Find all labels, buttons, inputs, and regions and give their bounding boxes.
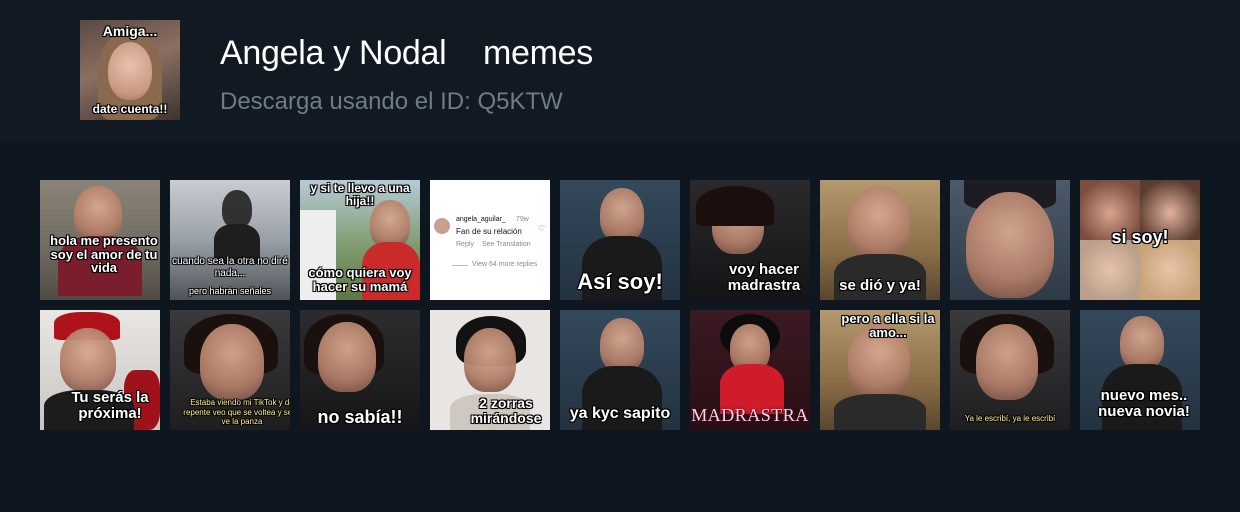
sticker-tile[interactable]: 2 zorras mirándose bbox=[430, 310, 550, 430]
sticker-tile[interactable]: Así soy! bbox=[560, 180, 680, 300]
sticker-tile[interactable]: hola me presento soy el amor de tu vida bbox=[40, 180, 160, 300]
sticker-caption: 2 zorras mirándose bbox=[470, 395, 542, 426]
sticker-tile[interactable]: Ya le escribí, ya le escribí bbox=[950, 310, 1070, 430]
comment-reply: Reply bbox=[456, 241, 474, 248]
sticker-caption: pero a ella si la amo... bbox=[841, 311, 935, 340]
sticker-tile[interactable]: si soy! bbox=[1080, 180, 1200, 300]
comment-time: 79w bbox=[516, 216, 529, 223]
sticker-caption: Así soy! bbox=[577, 269, 663, 294]
sticker-tile[interactable] bbox=[950, 180, 1070, 300]
madrastra-logo: MADRASTRA bbox=[691, 405, 809, 425]
sticker-caption-secondary: pero habrán señales bbox=[188, 286, 272, 296]
sticker-tile[interactable]: Tu serás la próxima! bbox=[40, 310, 160, 430]
sticker-caption: se dió y ya! bbox=[839, 277, 921, 294]
comment-see-translation: See Translation bbox=[482, 241, 531, 248]
sticker-caption: y si te llevo a una hija!! bbox=[310, 181, 410, 208]
sticker-grid: hola me presento soy el amor de tu vida … bbox=[40, 180, 1200, 430]
thumbnail-caption-top: Amiga... bbox=[102, 23, 158, 39]
sticker-figure bbox=[318, 322, 376, 392]
comment-more-replies: View 64 more replies bbox=[472, 261, 538, 268]
comment-username: angela_aguilar_ bbox=[456, 216, 506, 223]
sticker-tile[interactable]: cuando sea la otra no diré nada... pero … bbox=[170, 180, 290, 300]
sticker-figure bbox=[1120, 316, 1164, 370]
sticker-figure bbox=[200, 324, 264, 400]
pack-subtitle: Descarga usando el ID: Q5KTW bbox=[220, 88, 563, 115]
sticker-caption: ya kyc sapito bbox=[569, 405, 671, 422]
pack-header: Amiga... date cuenta!! Angela y Nodal me… bbox=[0, 0, 1240, 142]
sticker-figure bbox=[976, 324, 1038, 400]
sticker-figure bbox=[464, 328, 516, 392]
sticker-tile[interactable]: nuevo mes.. nueva novia! bbox=[1080, 310, 1200, 430]
sticker-caption: Estaba viendo mi TikTok y de repente veo… bbox=[183, 398, 290, 427]
comment-divider bbox=[452, 265, 468, 266]
heart-icon: ♡ bbox=[538, 224, 546, 233]
comment-avatar bbox=[434, 218, 450, 234]
sticker-caption: hola me presento soy el amor de tu vida bbox=[50, 233, 158, 276]
collage-cell bbox=[1080, 240, 1140, 300]
sticker-tile[interactable]: no sabía!! bbox=[300, 310, 420, 430]
sticker-figure bbox=[600, 188, 644, 242]
pack-title: Angela y Nodal memes bbox=[220, 34, 593, 72]
sticker-figure bbox=[370, 200, 410, 248]
sticker-tile[interactable]: Estaba viendo mi TikTok y de repente veo… bbox=[170, 310, 290, 430]
title-wrap: Angela y Nodal memes bbox=[220, 34, 593, 73]
sticker-tile[interactable]: ya kyc sapito bbox=[560, 310, 680, 430]
sticker-tile[interactable]: y si te llevo a una hija!! cómo quiera v… bbox=[300, 180, 420, 300]
sticker-figure bbox=[848, 186, 910, 260]
sticker-caption-secondary: cómo quiera voy hacer su mamá bbox=[308, 265, 412, 294]
comment-text: Fan de su relación bbox=[456, 227, 522, 236]
sticker-tile[interactable]: se dió y ya! bbox=[820, 180, 940, 300]
sticker-caption: nuevo mes.. nueva novia! bbox=[1098, 387, 1190, 420]
sticker-figure bbox=[222, 190, 252, 228]
sticker-figure bbox=[60, 328, 116, 392]
sticker-caption: cuando sea la otra no diré nada... bbox=[172, 256, 288, 279]
thumbnail-caption-bottom: date cuenta!! bbox=[92, 102, 168, 117]
collage-cell bbox=[1140, 240, 1200, 300]
pack-thumbnail: Amiga... date cuenta!! bbox=[80, 20, 180, 120]
sticker-figure bbox=[966, 192, 1054, 298]
sticker-tile[interactable]: MADRASTRA bbox=[690, 310, 810, 430]
sticker-caption: Ya le escribí, ya le escribí bbox=[964, 414, 1056, 423]
sticker-caption: si soy! bbox=[1111, 227, 1169, 247]
sticker-figure-body bbox=[696, 186, 774, 226]
sticker-caption: Tu serás la próxima! bbox=[71, 389, 149, 422]
sticker-tile[interactable]: pero a ella si la amo... bbox=[820, 310, 940, 430]
thumbnail-face bbox=[108, 42, 152, 100]
sticker-figure bbox=[600, 318, 644, 372]
sticker-tile-comment[interactable]: angela_aguilar_ 79w Fan de su relación ♡… bbox=[430, 180, 550, 300]
sticker-caption: voy hacer madrastra bbox=[727, 261, 801, 294]
sticker-tile[interactable]: voy hacer madrastra bbox=[690, 180, 810, 300]
sticker-figure-body bbox=[834, 394, 926, 430]
sticker-caption: no sabía!! bbox=[317, 407, 403, 427]
